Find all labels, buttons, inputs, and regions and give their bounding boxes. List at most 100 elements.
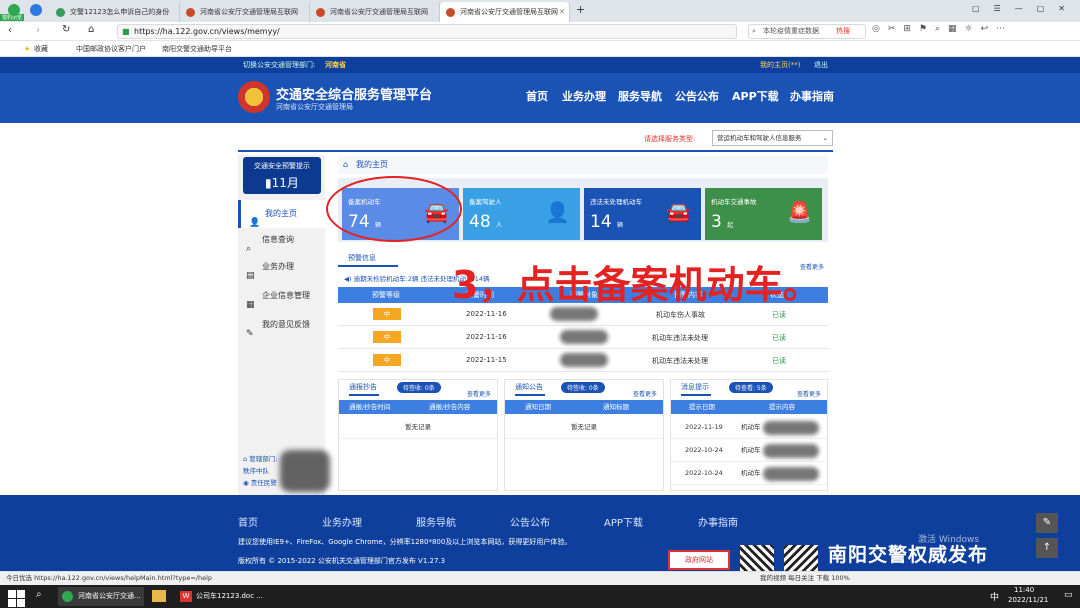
nav-business[interactable]: 业务办理 xyxy=(562,88,606,104)
sidebar-item-feedback[interactable]: ✎ 我的意见反馈 xyxy=(238,311,325,339)
service-type-select[interactable]: 营运机动车和驾驶人信息服务 ⌄ xyxy=(712,130,833,146)
clock-date: 2022/11/21 xyxy=(1008,596,1049,604)
tab-1[interactable]: 交警12123怎么申诉自己的身份 xyxy=(50,2,180,22)
nav-home[interactable]: 首页 xyxy=(526,88,548,104)
toolbar-icons[interactable]: ◎✂⊞⚑⌕▦☼↩⋯ xyxy=(872,24,1013,34)
message-text: 机动车 xyxy=(741,469,761,477)
sidebar-item-enterprise[interactable]: ▦ 企业信息管理 xyxy=(238,282,325,310)
province-select[interactable]: 河南省 xyxy=(325,57,346,73)
status-right: 我的视频 每日关注 下载 100% xyxy=(760,574,850,582)
nav-guide[interactable]: 办事指南 xyxy=(790,88,834,104)
row-status: 已读 xyxy=(772,334,786,342)
sidebar-item-query[interactable]: ⌕ 信息查询 xyxy=(238,226,325,254)
qr-code-icon xyxy=(740,545,774,571)
footer-link[interactable]: 公告公布 xyxy=(510,514,550,529)
url-input[interactable]: ■ https://ha.122.gov.cn/views/memyy/ xyxy=(117,24,737,39)
panel-empty-text: 暂无记录 xyxy=(505,416,663,439)
taskbar-item-browser[interactable]: 河南省公安厅交通... xyxy=(58,587,144,606)
row-time: 2022-11-16 xyxy=(466,310,507,318)
tab-3[interactable]: 河南省公安厅交通管理局互联网 xyxy=(310,2,440,22)
panel-tab[interactable]: 通知公告 xyxy=(515,382,545,396)
owner-label: ◉ 责任民警 xyxy=(243,477,277,487)
nav-arrow-icon[interactable] xyxy=(30,4,42,16)
edit-icon[interactable]: ✎ xyxy=(1036,513,1058,533)
close-tab-icon[interactable]: ✕ xyxy=(559,2,565,22)
hot-search-label[interactable]: 热搜 xyxy=(836,26,850,36)
site-subtitle: 河南省公安厅交通管理局 xyxy=(276,103,353,111)
table-row[interactable]: 中 2022-11-16 机动车违法未处理 已读 xyxy=(338,326,828,349)
new-tab-icon[interactable]: + xyxy=(576,3,585,16)
table-row[interactable]: 中 2022-11-15 机动车违法未处理 已读 xyxy=(338,349,828,372)
card-label: 备案驾驶人 xyxy=(469,198,502,206)
accident-car-icon: 🚨 xyxy=(787,200,812,224)
notification-icon[interactable]: ▭ xyxy=(1064,590,1073,600)
card-vehicle-accidents[interactable]: 机动车交通事故 3 起 🚨 xyxy=(705,188,822,240)
footer-link[interactable]: 服务导航 xyxy=(416,514,456,529)
panel-more-link[interactable]: 查看更多 xyxy=(633,389,657,398)
redacted-block xyxy=(560,353,608,367)
taskbar-item-doc[interactable]: W 公司车12123.doc ... xyxy=(176,587,266,606)
row-time: 2022-11-16 xyxy=(466,333,507,341)
bookmark-item[interactable]: 南阳交警交通助导平台 xyxy=(162,41,232,57)
tab-warning-info[interactable]: 预警信息 xyxy=(338,253,398,267)
window-controls[interactable]: ▢☰—▢✕ xyxy=(972,4,1079,13)
list-item[interactable]: 2022-10-24 机动车 xyxy=(671,439,827,462)
back-icon[interactable]: ‹ xyxy=(8,25,12,36)
back-to-top-icon[interactable]: ↑ xyxy=(1036,538,1058,558)
footer-link[interactable]: APP下载 xyxy=(604,514,643,529)
tab-favicon-icon xyxy=(446,8,455,17)
bookmark-item[interactable]: 中国邮政协议客户门户 xyxy=(76,41,146,57)
level-badge: 中 xyxy=(373,308,401,320)
row-time: 2022-11-15 xyxy=(466,356,507,364)
footer-link[interactable]: 业务办理 xyxy=(322,514,362,529)
list-item[interactable]: 2022-10-24 机动车 xyxy=(671,462,827,485)
row-content: 机动车违法未处理 xyxy=(652,334,708,342)
my-home-link[interactable]: 我的主页(**) xyxy=(760,57,800,73)
ime-indicator[interactable]: 中 xyxy=(990,590,999,603)
folder-icon[interactable] xyxy=(152,590,166,602)
nav-app-download[interactable]: APP下载 xyxy=(732,88,779,104)
switch-dept-label: 切换公安交通管理部门: xyxy=(243,61,316,69)
tab-2[interactable]: 河南省公安厅交通管理局互联网 xyxy=(180,2,310,22)
dept-label: ⌂ 管辖部门: xyxy=(243,453,277,463)
clock-time: 11:40 xyxy=(1014,586,1035,594)
redacted-block xyxy=(550,307,598,321)
reload-icon[interactable]: ↻ xyxy=(62,24,70,35)
site-top-strip: 切换公安交通管理部门: 河南省 我的主页(**) 退出 xyxy=(0,57,1080,73)
panel-header: 提示日期 提示内容 xyxy=(671,400,827,414)
gov-site-badge[interactable]: 政府网站 xyxy=(668,550,730,570)
forward-icon[interactable]: › xyxy=(36,25,40,36)
message-text: 机动车 xyxy=(741,423,761,431)
dept-label-text: 管辖部门: xyxy=(249,455,278,463)
list-item[interactable]: 2022-11-19 机动车 xyxy=(671,416,827,439)
tab-4-active[interactable]: 河南省公安厅交通管理局互联网 ✕ xyxy=(440,2,570,22)
safety-warning-box[interactable]: 交通安全预警提示 ▮11月 xyxy=(243,157,321,194)
home-icon: ⌂ xyxy=(343,160,349,169)
sidebar-item-home[interactable]: 👤 我的主页 xyxy=(238,200,325,228)
logout-link[interactable]: 退出 xyxy=(814,57,828,73)
lock-icon: ■ xyxy=(122,27,130,36)
bookmark-item[interactable]: 收藏 xyxy=(34,41,48,57)
tab-label: 交警12123怎么申诉自己的身份 xyxy=(70,8,170,16)
owner-label-text: 责任民警 xyxy=(250,479,277,487)
sidebar-item-label: 我的主页 xyxy=(265,209,297,218)
wps-icon: W xyxy=(180,591,192,602)
card-label: 违法未处理机动车 xyxy=(590,198,642,206)
panel-more-link[interactable]: 查看更多 xyxy=(797,389,821,398)
footer-link[interactable]: 办事指南 xyxy=(698,514,738,529)
home-icon[interactable]: ⌂ xyxy=(88,24,94,35)
card-registered-drivers[interactable]: 备案驾驶人 48 人 👤 xyxy=(463,188,580,240)
sidebar-item-business[interactable]: ▤ 业务办理 xyxy=(238,253,325,281)
panel-bulletins: 通报抄告 待签收: 0条 查看更多 通报/抄告时间 通报/抄告内容 暂无记录 xyxy=(338,379,498,491)
card-violation-vehicles[interactable]: 违法未处理机动车 14 辆 🚘 xyxy=(584,188,701,240)
level-badge: 中 xyxy=(373,354,401,366)
panel-badge: 待签收: 0条 xyxy=(397,382,441,393)
panel-tab[interactable]: 通报抄告 xyxy=(349,382,379,396)
search-icon[interactable]: ⌕ xyxy=(36,589,42,600)
nav-announcements[interactable]: 公告公布 xyxy=(675,88,719,104)
panel-more-link[interactable]: 查看更多 xyxy=(467,389,491,398)
panel-tab[interactable]: 消息提示 xyxy=(681,382,711,396)
footer-link[interactable]: 首页 xyxy=(238,514,258,529)
nav-service-guide[interactable]: 服务导航 xyxy=(618,88,662,104)
redacted-block xyxy=(763,421,819,435)
